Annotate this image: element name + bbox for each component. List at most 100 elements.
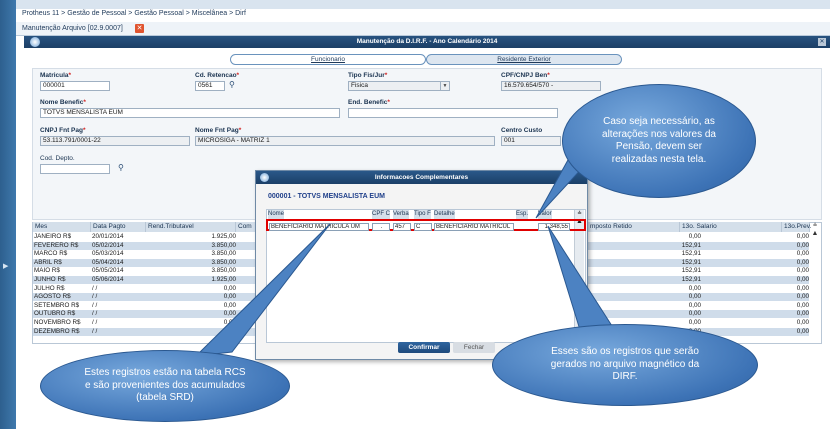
end-benefic-field[interactable] bbox=[348, 108, 558, 118]
dialog-title: Manutenção da D.I.R.F. - Ano Calendário … bbox=[24, 36, 830, 48]
matricula-field[interactable]: 000001 bbox=[40, 81, 110, 91]
popup-col-valor[interactable]: Valor bbox=[538, 210, 552, 219]
popup-cell-verba[interactable]: 457 bbox=[393, 223, 411, 231]
grid-cell-rend[interactable]: 0,00 bbox=[146, 302, 236, 310]
grid-cell-data[interactable]: / / bbox=[92, 285, 147, 293]
grid-cell-data[interactable]: / / bbox=[92, 319, 147, 327]
grid-cell-mes[interactable]: SETEMBRO R$ bbox=[34, 302, 90, 310]
grid-scroll-arrows[interactable]: ⩮ ▲ bbox=[810, 222, 820, 246]
search-icon[interactable]: ⚲ bbox=[118, 163, 128, 173]
grid-cell-data[interactable]: 05/02/2014 bbox=[92, 242, 147, 250]
grid-cell-data[interactable]: / / bbox=[92, 310, 147, 318]
close-tab-icon[interactable]: ✕ bbox=[135, 24, 144, 33]
col-13-prev[interactable]: 13o.Prev. bbox=[782, 222, 811, 232]
grid-cell-sal[interactable]: 0,00 bbox=[713, 267, 809, 275]
grid-cell-sal[interactable]: 0,00 bbox=[713, 328, 809, 336]
grid-cell-imp[interactable]: 0,00 bbox=[633, 310, 701, 318]
grid-cell-mes[interactable]: AGOSTO R$ bbox=[34, 293, 90, 301]
tipo-fis-jur-select[interactable]: Fisica bbox=[348, 81, 450, 91]
confirm-button[interactable]: Confirmar bbox=[398, 342, 450, 353]
nome-fnt-pag-field[interactable]: MICROSIGA - MATRIZ 1 bbox=[195, 136, 495, 146]
grid-cell-data[interactable]: 05/03/2014 bbox=[92, 250, 147, 258]
popup-col-cpf[interactable]: CPF C bbox=[372, 210, 390, 219]
grid-cell-mes[interactable]: OUTUBRO R$ bbox=[34, 310, 90, 318]
popup-col-tipo[interactable]: Tipo F bbox=[414, 210, 431, 219]
grid-cell-sal[interactable]: 0,00 bbox=[713, 242, 809, 250]
grid-cell-rend[interactable]: 3.850,00 bbox=[146, 259, 236, 267]
grid-cell-rend[interactable]: 0,00 bbox=[146, 310, 236, 318]
grid-cell-imp[interactable]: 152,91 bbox=[633, 259, 701, 267]
grid-cell-mes[interactable]: JUNHO R$ bbox=[34, 276, 90, 284]
grid-cell-imp[interactable]: 0,00 bbox=[633, 285, 701, 293]
window-tab[interactable]: Manutenção Arquivo [02.9.0007] bbox=[22, 25, 123, 32]
dialog-close-icon[interactable]: ✕ bbox=[818, 38, 826, 46]
grid-cell-mes[interactable]: JANEIRO R$ bbox=[34, 233, 90, 241]
grid-cell-sal[interactable]: 0,00 bbox=[713, 319, 809, 327]
col-imposto-retido[interactable]: mposto Retido bbox=[588, 222, 680, 232]
grid-cell-sal[interactable]: 0,00 bbox=[713, 285, 809, 293]
grid-cell-imp[interactable]: 152,91 bbox=[633, 267, 701, 275]
grid-cell-rend[interactable]: 0,00 bbox=[146, 319, 236, 327]
col-13-salario[interactable]: 13o. Salario bbox=[680, 222, 782, 232]
col-mes[interactable]: Mes bbox=[33, 222, 91, 232]
grid-cell-sal[interactable]: 0,00 bbox=[713, 310, 809, 318]
grid-cell-sal[interactable]: 0,00 bbox=[713, 259, 809, 267]
col-rend-tributavel[interactable]: Rend.Tributavel bbox=[146, 222, 236, 232]
cod-depto-field[interactable] bbox=[40, 164, 110, 174]
grid-cell-rend[interactable]: 1.925,00 bbox=[146, 233, 236, 241]
expand-arrow-icon[interactable]: ▶ bbox=[3, 262, 8, 270]
grid-cell-rend[interactable]: 3.850,00 bbox=[146, 242, 236, 250]
nome-benefic-field[interactable]: TOTVS MENSALISTA EUM bbox=[40, 108, 340, 118]
grid-cell-mes[interactable]: ABRIL R$ bbox=[34, 259, 90, 267]
grid-cell-data[interactable]: 05/04/2014 bbox=[92, 259, 147, 267]
grid-cell-rend[interactable]: 3.850,00 bbox=[146, 250, 236, 258]
popup-col-nome[interactable]: Nome bbox=[268, 210, 285, 219]
grid-cell-data[interactable]: / / bbox=[92, 328, 147, 336]
popup-cell-cpf[interactable]: . bbox=[372, 223, 390, 231]
popup-cell-nome[interactable]: BENEFICIARIO MATRICULA UM bbox=[269, 223, 369, 231]
grid-cell-sal[interactable]: 0,00 bbox=[713, 276, 809, 284]
tab-funcionario[interactable]: Funcionario bbox=[230, 54, 426, 65]
popup-col-esp[interactable]: Esp. bbox=[516, 210, 529, 219]
popup-cell-detalhe[interactable]: BENEFICIARIO MATRICUL bbox=[434, 223, 514, 231]
cnpj-fnt-pag-field[interactable]: 53.113.791/0001-22 bbox=[40, 136, 190, 146]
grid-cell-data[interactable]: 05/06/2014 bbox=[92, 276, 147, 284]
grid-cell-imp[interactable]: 0,00 bbox=[633, 302, 701, 310]
grid-cell-sal[interactable]: 0,00 bbox=[713, 233, 809, 241]
grid-cell-sal[interactable]: 0,00 bbox=[713, 293, 809, 301]
grid-cell-imp[interactable]: 0,00 bbox=[633, 293, 701, 301]
grid-cell-mes[interactable]: JULHO R$ bbox=[34, 285, 90, 293]
popup-col-verba[interactable]: Verba bbox=[393, 210, 409, 219]
grid-cell-imp[interactable]: 0,00 bbox=[633, 233, 701, 241]
grid-cell-rend[interactable]: 0,00 bbox=[146, 293, 236, 301]
grid-cell-imp[interactable]: 152,91 bbox=[633, 276, 701, 284]
popup-cell-tipo[interactable]: C bbox=[414, 223, 432, 231]
grid-cell-rend[interactable]: 0,00 bbox=[146, 285, 236, 293]
grid-cell-data[interactable]: 20/01/2014 bbox=[92, 233, 147, 241]
grid-cell-data[interactable]: / / bbox=[92, 293, 147, 301]
tab-residente-exterior[interactable]: Residente Exterior bbox=[426, 54, 622, 65]
grid-cell-rend[interactable]: 1.925,00 bbox=[146, 276, 236, 284]
grid-cell-mes[interactable]: NOVEMBRO R$ bbox=[34, 319, 90, 327]
chevron-down-icon[interactable]: ▼ bbox=[440, 82, 449, 90]
col-data-pagto[interactable]: Data Pagto bbox=[91, 222, 146, 232]
close-button[interactable]: Fechar bbox=[453, 342, 495, 353]
grid-cell-sal[interactable]: 0,00 bbox=[713, 250, 809, 258]
grid-cell-sal[interactable]: 0,00 bbox=[713, 302, 809, 310]
grid-cell-data[interactable]: / / bbox=[92, 302, 147, 310]
grid-cell-rend[interactable]: 3.850,00 bbox=[146, 267, 236, 275]
grid-cell-mes[interactable]: FEVERERO R$ bbox=[34, 242, 90, 250]
popup-cell-valor[interactable]: 1.348,55 bbox=[538, 223, 570, 231]
centro-custo-field[interactable]: 001 bbox=[501, 136, 561, 146]
popup-col-detalhe[interactable]: Detalhe bbox=[434, 210, 455, 219]
cpf-cnpj-field[interactable]: 16.579.654/570 - bbox=[501, 81, 601, 91]
grid-cell-mes[interactable]: MARCO R$ bbox=[34, 250, 90, 258]
grid-cell-imp[interactable]: 152,91 bbox=[633, 250, 701, 258]
grid-cell-mes[interactable]: MAIO R$ bbox=[34, 267, 90, 275]
grid-cell-data[interactable]: 05/05/2014 bbox=[92, 267, 147, 275]
grid-cell-mes[interactable]: DEZEMBRO R$ bbox=[34, 328, 90, 336]
grid-cell-imp[interactable]: 152,91 bbox=[633, 242, 701, 250]
cd-retencao-field[interactable]: 0561 bbox=[195, 81, 225, 91]
search-icon[interactable]: ⚲ bbox=[229, 80, 239, 90]
grid-cell-rend[interactable]: 0,00 bbox=[146, 328, 236, 336]
